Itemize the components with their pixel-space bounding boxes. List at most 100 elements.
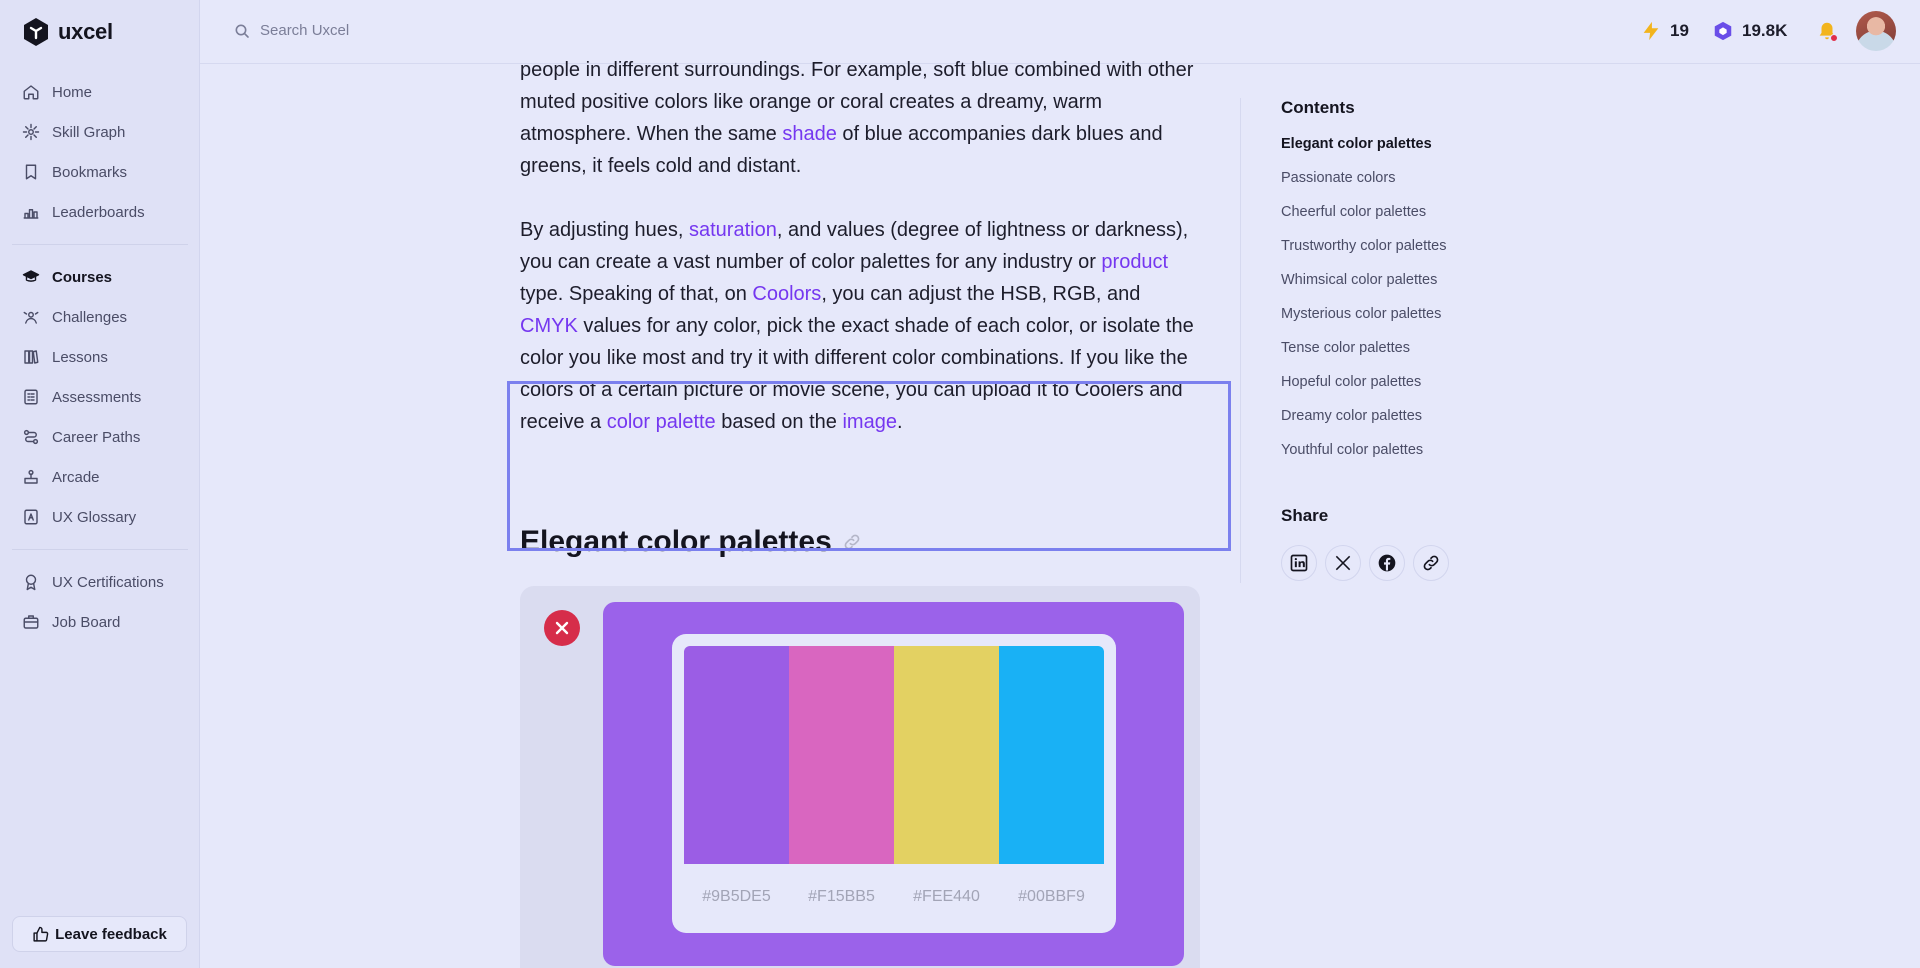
streak-counter[interactable]: 19 xyxy=(1640,20,1689,42)
copy-link-button[interactable] xyxy=(1413,545,1449,581)
uxcel-logo-icon xyxy=(24,18,48,46)
lightning-icon xyxy=(1643,21,1659,41)
sidebar-item-career-paths[interactable]: Career Paths xyxy=(12,417,188,457)
toc-item[interactable]: Tense color palettes xyxy=(1281,340,1446,374)
inline-link[interactable]: product xyxy=(1101,251,1168,273)
sidebar-item-label: Lessons xyxy=(52,348,108,366)
toc-item[interactable]: Elegant color palettes xyxy=(1281,136,1446,170)
toc-list: Elegant color palettes Passionate colors C… xyxy=(1281,136,1446,476)
toc-item[interactable]: Whimsical color palettes xyxy=(1281,272,1446,306)
sidebar-item-courses[interactable]: Courses xyxy=(12,257,188,297)
close-icon xyxy=(555,621,569,635)
career-paths-icon xyxy=(23,429,39,445)
sidebar-item-leaderboards[interactable]: Leaderboards xyxy=(12,192,188,232)
arcade-icon xyxy=(24,469,38,484)
search-placeholder: Search Uxcel xyxy=(260,22,350,39)
color-swatch xyxy=(999,646,1104,864)
sidebar-item-ux-glossary[interactable]: UX Glossary xyxy=(12,497,188,537)
share-linkedin-button[interactable] xyxy=(1281,545,1317,581)
lessons-icon xyxy=(24,350,39,364)
toc-item[interactable]: Cheerful color palettes xyxy=(1281,204,1446,238)
job-board-icon xyxy=(23,615,39,629)
sidebar-item-label: Job Board xyxy=(52,613,121,631)
toc-item[interactable]: Hopeful color palettes xyxy=(1281,374,1446,408)
courses-icon xyxy=(22,270,40,282)
sidebar-item-label: UX Glossary xyxy=(52,508,137,526)
toc-item[interactable]: Dreamy color palettes xyxy=(1281,408,1446,442)
sidebar-nav: Home Skill Graph Bookmarks Leaderboards Cou… xyxy=(12,72,188,642)
streak-value: 19 xyxy=(1670,21,1689,40)
palette-swatches xyxy=(684,646,1104,864)
sidebar-item-label: Bookmarks xyxy=(52,163,128,181)
toc-item[interactable]: Passionate colors xyxy=(1281,170,1446,204)
share-facebook-button[interactable] xyxy=(1369,545,1405,581)
notification-dot xyxy=(1830,34,1838,42)
share-buttons xyxy=(1281,545,1449,581)
facebook-icon xyxy=(1378,554,1396,572)
skill-graph-icon xyxy=(22,123,40,141)
sidebar-item-assessments[interactable]: Assessments xyxy=(12,377,188,417)
sidebar: uxcel Home Skill Graph Bookmarks Leaderboar… xyxy=(0,0,200,968)
notifications-button[interactable] xyxy=(1816,20,1838,42)
leave-feedback-label: Leave feedback xyxy=(55,925,167,943)
sidebar-item-label: Skill Graph xyxy=(52,123,126,141)
sidebar-item-challenges[interactable]: Challenges xyxy=(12,297,188,337)
toc-item[interactable]: Mysterious color palettes xyxy=(1281,306,1446,340)
search-icon xyxy=(235,24,249,38)
leave-feedback-button[interactable]: Leave feedback xyxy=(12,916,187,952)
incorrect-badge xyxy=(544,610,580,646)
hex-code-label: #FEE440 xyxy=(913,888,980,905)
sidebar-item-home[interactable]: Home xyxy=(12,72,188,112)
hex-code-label: #F15BB5 xyxy=(808,888,875,905)
sidebar-item-label: Assessments xyxy=(52,388,142,406)
share-x-button[interactable] xyxy=(1325,545,1361,581)
hex-code-label: #9B5DE5 xyxy=(702,888,771,905)
assessments-icon xyxy=(24,389,38,405)
sidebar-item-arcade[interactable]: Arcade xyxy=(12,457,188,497)
article-paragraph: people in different surroundings. For ex… xyxy=(520,54,1200,182)
selection-highlight xyxy=(507,381,1231,551)
sidebar-item-bookmarks[interactable]: Bookmarks xyxy=(12,152,188,192)
inline-link[interactable]: Coolors xyxy=(752,283,821,305)
glossary-icon xyxy=(24,509,38,525)
sidebar-item-label: Leaderboards xyxy=(52,203,145,221)
user-avatar[interactable] xyxy=(1856,11,1896,51)
paragraph-text: By adjusting hues, xyxy=(520,219,689,241)
sidebar-item-job-board[interactable]: Job Board xyxy=(12,602,188,642)
thumbs-up-icon xyxy=(33,926,49,942)
table-of-contents: Contents Elegant color palettes Passionat… xyxy=(1240,98,1480,583)
sidebar-item-label: Home xyxy=(52,83,93,101)
sidebar-item-ux-certifications[interactable]: UX Certifications xyxy=(12,562,188,602)
sidebar-item-skill-graph[interactable]: Skill Graph xyxy=(12,112,188,152)
hex-code-label: #00BBF9 xyxy=(1018,888,1085,905)
inline-link[interactable]: saturation xyxy=(689,219,777,241)
home-icon xyxy=(23,85,39,100)
toc-item[interactable]: Youthful color palettes xyxy=(1281,442,1446,476)
xp-hexagon-icon xyxy=(1714,21,1732,41)
sidebar-item-label: UX Certifications xyxy=(52,573,164,591)
certification-icon xyxy=(25,574,37,591)
toc-item[interactable]: Trustworthy color palettes xyxy=(1281,238,1446,272)
color-swatch xyxy=(684,646,789,864)
xp-value: 19.8K xyxy=(1742,21,1788,40)
toc-title: Contents xyxy=(1281,98,1355,117)
sidebar-item-label: Courses xyxy=(52,268,113,286)
bookmark-icon xyxy=(25,164,37,180)
inline-link[interactable]: shade xyxy=(782,123,837,145)
challenges-icon xyxy=(23,311,39,324)
leaderboard-icon xyxy=(23,209,39,219)
logo-text: uxcel xyxy=(58,19,113,44)
search-input[interactable]: Search Uxcel xyxy=(234,22,349,39)
sidebar-item-label: Arcade xyxy=(52,468,100,486)
copy-link-icon xyxy=(1423,555,1439,571)
sidebar-item-label: Challenges xyxy=(52,308,128,326)
logo[interactable]: uxcel xyxy=(22,17,113,47)
palette-hex-codes: #9B5DE5 #F15BB5 #FEE440 #00BBF9 xyxy=(684,888,1104,906)
linkedin-icon xyxy=(1290,554,1308,572)
color-swatch xyxy=(789,646,894,864)
inline-link[interactable]: CMYK xyxy=(520,315,578,337)
x-icon xyxy=(1335,555,1351,571)
xp-counter[interactable]: 19.8K xyxy=(1712,20,1787,42)
sidebar-item-lessons[interactable]: Lessons xyxy=(12,337,188,377)
share-title: Share xyxy=(1281,506,1329,525)
